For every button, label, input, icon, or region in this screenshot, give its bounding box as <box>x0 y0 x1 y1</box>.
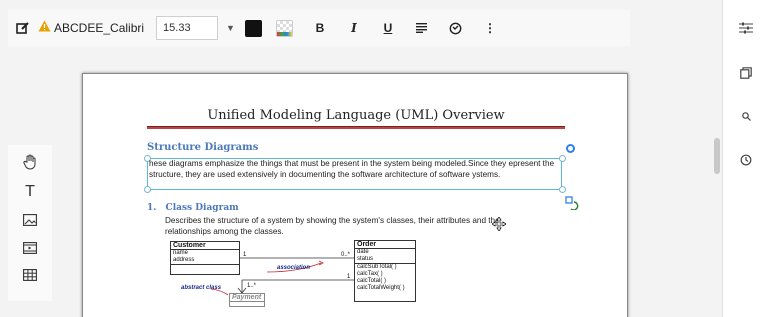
edit-icon[interactable] <box>16 16 30 40</box>
uml-payment-class: Payment <box>229 293 265 307</box>
scrollbar[interactable] <box>714 138 720 174</box>
association-label: association <box>277 265 311 271</box>
chevron-down-icon[interactable]: ▼ <box>226 23 235 33</box>
warning-icon <box>38 19 51 37</box>
bold-button[interactable]: B <box>313 21 327 35</box>
uml-attr: status <box>357 256 374 262</box>
uml-op: calcTotalWeight( ) <box>357 285 405 291</box>
uml-op: calcTax( ) <box>357 271 383 277</box>
document-page[interactable]: Unified Modeling Language (UML) Overview… <box>82 73 628 317</box>
more-icon[interactable]: ⋮ <box>483 21 497 35</box>
multiplicity-label: 0..* <box>341 252 351 258</box>
uml-class-title: Order <box>355 241 415 249</box>
abstract-class-label: abstract class <box>181 285 222 291</box>
document-title: Unified Modeling Language (UML) Overview <box>207 108 505 123</box>
image-icon[interactable] <box>21 211 39 229</box>
rotate-handle-icon[interactable] <box>566 144 575 153</box>
font-selector[interactable]: ABCDEE_Calibri <box>38 19 144 37</box>
title-divider <box>147 126 565 129</box>
table-icon[interactable] <box>21 266 39 284</box>
history-icon[interactable] <box>737 151 755 169</box>
uml-class-title: Customer <box>171 242 239 250</box>
link-icon[interactable] <box>565 196 579 215</box>
toolbar: ABCDEE_Calibri 15.33 ▼ B I U ⋮ <box>8 10 630 46</box>
move-cursor-icon <box>491 216 507 236</box>
uml-order-class: Order date status calcSubTotal( ) calcTa… <box>354 240 416 302</box>
uml-customer-class: Customer name address <box>170 241 240 275</box>
copy-icon[interactable] <box>737 64 755 82</box>
resize-handle[interactable] <box>144 186 151 193</box>
selected-paragraph[interactable]: hese diagrams emphasize the things that … <box>149 159 563 180</box>
item-description: Describes the structure of a system by s… <box>165 216 500 236</box>
font-size-input[interactable]: 15.33 <box>156 16 219 40</box>
uml-attr: date <box>357 249 369 255</box>
pan-hand-icon[interactable] <box>21 153 39 171</box>
search-icon[interactable] <box>737 107 755 125</box>
uml-op: calcSubTotal( ) <box>357 264 397 270</box>
highlight-color-swatch[interactable] <box>275 19 293 37</box>
video-icon[interactable] <box>21 239 39 257</box>
hand-icon[interactable] <box>449 16 463 40</box>
list-number: 1. <box>147 203 157 213</box>
left-toolbar: T <box>8 145 52 301</box>
section-heading: Structure Diagrams <box>147 142 259 153</box>
underline-button[interactable]: U <box>381 21 395 35</box>
uml-separator <box>171 264 239 265</box>
uml-class-title: Payment <box>230 294 264 302</box>
uml-op: calcTotal( ) <box>357 278 387 284</box>
resize-handle[interactable] <box>559 186 566 193</box>
right-panel <box>722 0 768 317</box>
list-item-heading: 1. Class Diagram <box>147 203 239 213</box>
sliders-icon[interactable] <box>737 19 755 37</box>
text-tool-icon[interactable]: T <box>21 183 39 201</box>
uml-attr: address <box>173 257 195 263</box>
uml-attr: name <box>173 250 189 256</box>
font-name: ABCDEE_Calibri <box>54 21 145 35</box>
align-icon[interactable] <box>415 16 429 40</box>
multiplicity-label: 1 <box>347 274 351 280</box>
list-heading-text: Class Diagram <box>165 203 239 213</box>
multiplicity-label: 1 <box>243 252 247 258</box>
multiplicity-label: 1..* <box>247 283 257 289</box>
text-color-swatch[interactable] <box>244 19 262 37</box>
italic-button[interactable]: I <box>347 21 361 35</box>
